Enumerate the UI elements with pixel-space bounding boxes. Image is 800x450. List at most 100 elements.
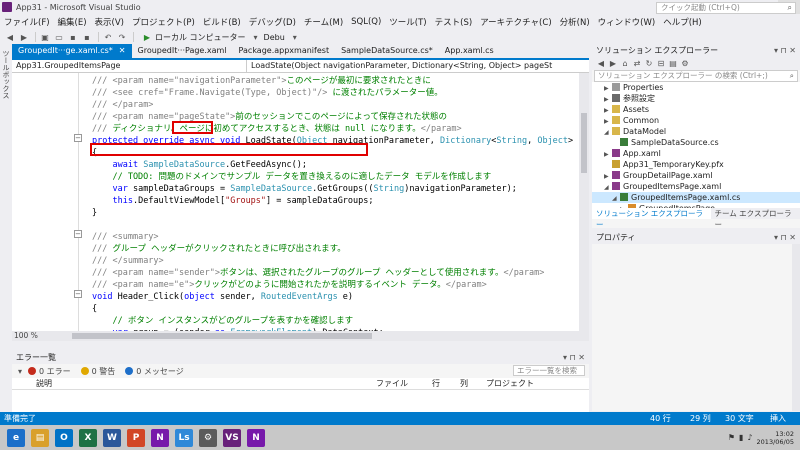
taskbar-app-icon[interactable]: ⚙ xyxy=(199,428,217,447)
collapse-toggle-icon[interactable]: − xyxy=(74,134,82,142)
tab-solution-explorer[interactable]: ソリューション エクスプローラー xyxy=(592,208,711,229)
tree-item[interactable]: SampleDataSource.cs xyxy=(592,137,800,148)
scroll-thumb[interactable] xyxy=(581,113,587,173)
tray-flag-icon[interactable]: ⚑ xyxy=(728,433,735,442)
tree-item[interactable]: ▶ Assets xyxy=(592,104,800,115)
home-icon[interactable]: ⌂ xyxy=(620,59,630,69)
menu-team[interactable]: チーム(M) xyxy=(300,16,347,28)
taskbar-app-icon[interactable]: N xyxy=(151,428,169,447)
save-icon[interactable]: ▪ xyxy=(67,32,79,42)
run-icon[interactable]: ▶ xyxy=(141,32,153,42)
chevron-down-icon[interactable]: ▾ xyxy=(289,32,301,42)
doc-tab-package-manifest[interactable]: Package.appxmanifest xyxy=(233,44,336,58)
taskbar-app-icon[interactable]: O xyxy=(55,428,73,447)
solution-search-input[interactable]: ソリューション エクスプローラー の検索 (Ctrl+;) ⌕ xyxy=(594,70,798,82)
panel-buttons[interactable]: ▾ ⊓ ✕ xyxy=(563,352,585,364)
editor-vertical-scrollbar[interactable] xyxy=(579,73,589,331)
panel-buttons[interactable]: ▾ ⊓ ✕ xyxy=(774,44,796,57)
tree-item[interactable]: App31_TemporaryKey.pfx xyxy=(592,159,800,170)
errors-filter[interactable]: 0 エラー xyxy=(28,366,71,377)
configuration-select[interactable]: Debu xyxy=(264,33,285,42)
undo-icon[interactable]: ↶ xyxy=(102,32,114,42)
error-search-input[interactable]: エラー一覧を検索 xyxy=(513,365,585,376)
forward-icon[interactable]: ▶ xyxy=(18,32,30,42)
menu-test[interactable]: テスト(S) xyxy=(431,16,477,28)
menu-view[interactable]: 表示(V) xyxy=(91,16,128,28)
editor-horizontal-scrollbar[interactable]: 100 % xyxy=(12,331,589,341)
toolbox-tab[interactable]: ツールボックス xyxy=(1,50,11,99)
forward-icon[interactable]: ▶ xyxy=(608,59,618,69)
menu-file[interactable]: ファイル(F) xyxy=(0,16,54,28)
menu-debug[interactable]: デバッグ(D) xyxy=(245,16,300,28)
tree-item[interactable]: ◢ DataModel xyxy=(592,126,800,137)
member-selector[interactable]: LoadState(Object navigationParameter, Di… xyxy=(247,60,589,72)
scroll-thumb[interactable] xyxy=(72,333,372,339)
zoom-level[interactable]: 100 % xyxy=(14,331,38,341)
messages-filter[interactable]: 0 メッセージ xyxy=(125,366,184,377)
taskbar-app-icon[interactable]: ▤ xyxy=(31,428,49,447)
redo-icon[interactable]: ↷ xyxy=(116,32,128,42)
taskbar-app-icon[interactable]: N xyxy=(247,428,265,447)
taskbar-app-icon[interactable]: W xyxy=(103,428,121,447)
quick-launch-input[interactable]: クイック起動 (Ctrl+Q) ⌕ xyxy=(656,2,796,14)
tree-item[interactable]: ◢ GroupedItemsPage.xaml xyxy=(592,181,800,192)
menu-window[interactable]: ウィンドウ(W) xyxy=(594,16,660,28)
taskbar-app-icon[interactable]: Ls xyxy=(175,428,193,447)
chevron-down-icon[interactable]: ▾ xyxy=(250,32,262,42)
tree-item[interactable]: ▶ GroupDetailPage.xaml xyxy=(592,170,800,181)
sync-icon[interactable]: ⇄ xyxy=(632,59,642,69)
menu-edit[interactable]: 編集(E) xyxy=(54,16,91,28)
doc-tab-grouped-items-xaml[interactable]: GroupedIt···Page.xaml xyxy=(132,44,233,58)
new-project-icon[interactable]: ▣ xyxy=(39,32,51,42)
clock[interactable]: 13:02 2013/06/05 xyxy=(757,430,794,446)
tree-item[interactable]: ▶ GroupedItemsPage xyxy=(592,203,800,208)
volume-icon[interactable]: ♪ xyxy=(747,433,752,442)
tree-item[interactable]: ▶ App.xaml xyxy=(592,148,800,159)
collapse-toggle-icon[interactable]: − xyxy=(74,290,82,298)
menu-build[interactable]: ビルド(B) xyxy=(199,16,245,28)
network-icon[interactable]: ▮ xyxy=(739,433,743,442)
tree-item[interactable]: ▶ Common xyxy=(592,115,800,126)
menu-architecture[interactable]: アーキテクチャ(C) xyxy=(476,16,555,28)
doc-tab-grouped-items-cs[interactable]: GroupedIt···ge.xaml.cs* ✕ xyxy=(12,44,132,58)
class-selector[interactable]: App31.GroupedItemsPage xyxy=(12,60,247,72)
doc-tab-app-xaml-cs[interactable]: App.xaml.cs xyxy=(439,44,500,58)
column-col[interactable]: 列 xyxy=(456,378,482,389)
column-file[interactable]: ファイル xyxy=(372,378,428,389)
taskbar-app-icon[interactable]: e xyxy=(7,428,25,447)
menu-tools[interactable]: ツール(T) xyxy=(385,16,430,28)
show-all-files-icon[interactable]: ▤ xyxy=(668,59,678,69)
menu-project[interactable]: プロジェクト(P) xyxy=(128,16,199,28)
close-icon[interactable]: ✕ xyxy=(119,46,126,55)
run-target-label[interactable]: ローカル コンピューター xyxy=(155,32,246,43)
tab-team-explorer[interactable]: チーム エクスプローラー xyxy=(711,208,800,229)
tree-item[interactable]: ◢ GroupedItemsPage.xaml.cs xyxy=(592,192,800,203)
column-line[interactable]: 行 xyxy=(428,378,456,389)
doc-tab-sample-data-source[interactable]: SampleDataSource.cs* xyxy=(335,44,439,58)
collapse-all-icon[interactable]: ⊟ xyxy=(656,59,666,69)
back-icon[interactable]: ◀ xyxy=(4,32,16,42)
warnings-filter[interactable]: 0 警告 xyxy=(80,366,115,377)
column-project[interactable]: プロジェクト xyxy=(482,378,542,389)
filter-icon[interactable]: ▾ xyxy=(14,366,26,376)
menu-help[interactable]: ヘルプ(H) xyxy=(659,16,706,28)
taskbar-app-icon[interactable]: X xyxy=(79,428,97,447)
taskbar-app-icon[interactable]: P xyxy=(127,428,145,447)
tree-item[interactable]: ▶ 参照設定 xyxy=(592,93,800,104)
code-editor[interactable]: − − − /// <param name="navigationParamet… xyxy=(12,73,589,341)
expand-arrow-icon[interactable]: ▶ xyxy=(620,204,628,208)
panel-buttons[interactable]: ▾ ⊓ ✕ xyxy=(774,231,796,244)
save-all-icon[interactable]: ▪ xyxy=(81,32,93,42)
collapse-toggle-icon[interactable]: − xyxy=(74,230,82,238)
properties-icon[interactable]: ⚙ xyxy=(680,59,690,69)
tree-item[interactable]: ▶ Properties xyxy=(592,82,800,93)
back-icon[interactable]: ◀ xyxy=(596,59,606,69)
menu-analyze[interactable]: 分析(N) xyxy=(556,16,594,28)
open-icon[interactable]: ▭ xyxy=(53,32,65,42)
refresh-icon[interactable]: ↻ xyxy=(644,59,654,69)
column-description[interactable]: 説明 xyxy=(12,378,372,389)
properties-scrollbar[interactable] xyxy=(792,244,800,411)
menu-sql[interactable]: SQL(Q) xyxy=(347,17,385,27)
taskbar-app-icon[interactable]: VS xyxy=(223,428,241,447)
